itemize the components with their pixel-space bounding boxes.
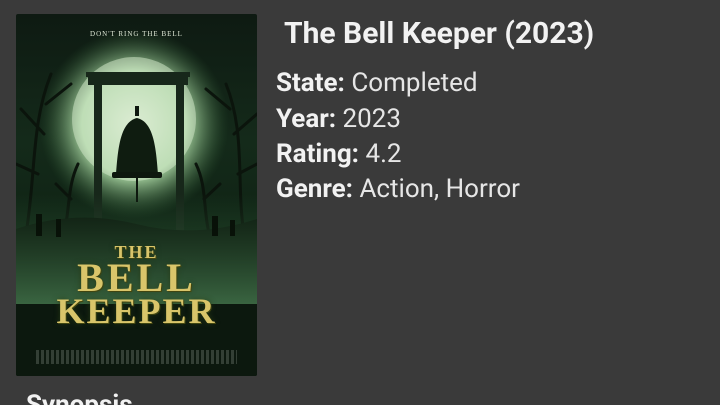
- rating-label: Rating:: [276, 139, 360, 169]
- state-value: Completed: [351, 68, 478, 98]
- year-label: Year:: [276, 104, 337, 134]
- poster-title-keeper: KEEPER: [56, 291, 217, 331]
- poster-tagline: DON'T RING THE BELL: [90, 30, 183, 38]
- rating-value: 4.2: [365, 139, 402, 169]
- state-row: State: Completed: [276, 68, 478, 98]
- movie-poster[interactable]: DON'T RING THE BELL THE BELL KEEPER: [16, 14, 257, 376]
- genre-row: Genre: Action, Horror: [276, 174, 520, 204]
- genre-value: Action, Horror: [359, 174, 520, 204]
- poster-credits: [36, 350, 237, 364]
- rating-row: Rating: 4.2: [276, 139, 402, 169]
- year-row: Year: 2023: [276, 104, 401, 134]
- state-label: State:: [276, 68, 345, 98]
- movie-title: The Bell Keeper (2023): [284, 16, 595, 51]
- genre-label: Genre:: [276, 174, 353, 204]
- movie-detail-screen: DON'T RING THE BELL THE BELL KEEPER The …: [0, 0, 720, 405]
- synopsis-heading: Synopsis: [26, 390, 133, 405]
- year-value: 2023: [342, 104, 401, 134]
